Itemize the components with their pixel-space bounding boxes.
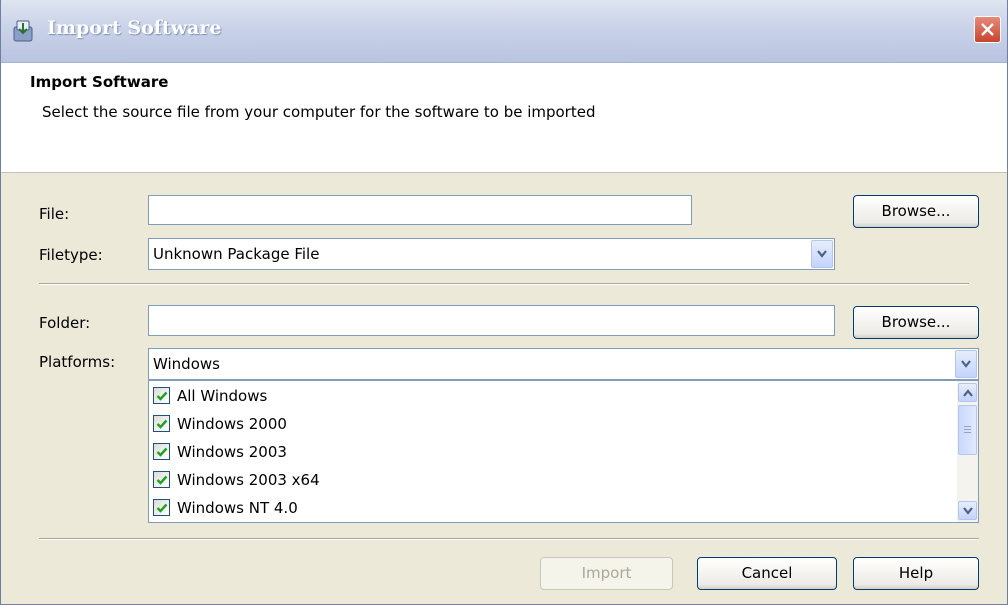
- checkmark-icon: [156, 447, 168, 457]
- checkmark-icon: [156, 503, 168, 513]
- section-divider: [39, 283, 969, 285]
- footer-divider: [39, 538, 979, 540]
- checkmark-icon: [156, 475, 168, 485]
- folder-input[interactable]: [148, 305, 835, 336]
- file-input[interactable]: [148, 195, 692, 225]
- folder-browse-button[interactable]: Browse...: [853, 306, 979, 339]
- folder-label: Folder:: [39, 314, 91, 332]
- platform-label: Windows 2003: [177, 443, 287, 461]
- page-title: Import Software: [30, 73, 169, 91]
- file-label: File:: [39, 205, 70, 223]
- platforms-selected-value: Windows: [153, 355, 220, 373]
- import-software-dialog: Import Software Import Software Select t…: [0, 0, 1008, 605]
- file-browse-button[interactable]: Browse...: [853, 195, 979, 228]
- platform-checkbox[interactable]: [153, 443, 170, 460]
- title-bar[interactable]: Import Software: [1, 0, 1007, 63]
- filetype-label: Filetype:: [39, 246, 103, 264]
- help-button[interactable]: Help: [853, 557, 979, 590]
- platform-checkbox[interactable]: [153, 415, 170, 432]
- platforms-dropdown[interactable]: Windows: [148, 348, 979, 380]
- import-button[interactable]: Import: [540, 557, 673, 590]
- header-panel: Import Software Select the source file f…: [1, 63, 1007, 173]
- platform-checkbox[interactable]: [153, 499, 170, 516]
- platforms-label: Platforms:: [39, 353, 116, 371]
- platform-checkbox[interactable]: [153, 471, 170, 488]
- scroll-up-button[interactable]: [958, 383, 977, 402]
- platforms-list[interactable]: All Windows Windows 2000 Windows 2003 Wi…: [148, 380, 979, 523]
- checkmark-icon: [156, 419, 168, 429]
- import-software-icon: [10, 18, 36, 44]
- scroll-thumb[interactable]: [958, 405, 977, 455]
- chevron-up-icon: [963, 389, 973, 397]
- grip-line: [964, 426, 971, 427]
- platforms-dropdown-button[interactable]: [955, 350, 977, 378]
- platform-label: All Windows: [177, 387, 268, 405]
- grip-line: [964, 432, 971, 433]
- platform-label: Windows 2003 x64: [177, 471, 320, 489]
- filetype-dropdown-button[interactable]: [811, 240, 833, 268]
- scroll-down-button[interactable]: [958, 501, 977, 520]
- filetype-dropdown[interactable]: Unknown Package File: [148, 238, 835, 270]
- page-subtitle: Select the source file from your compute…: [42, 103, 596, 121]
- platform-label: Windows NT 4.0: [177, 499, 298, 517]
- chevron-down-icon: [961, 360, 971, 368]
- close-button[interactable]: [974, 16, 1001, 43]
- platform-checkbox[interactable]: [153, 387, 170, 404]
- platforms-scrollbar[interactable]: [957, 381, 978, 522]
- close-icon: [981, 23, 994, 36]
- checkmark-icon: [156, 391, 168, 401]
- grip-line: [964, 429, 971, 430]
- chevron-down-icon: [963, 507, 973, 515]
- filetype-selected-value: Unknown Package File: [153, 245, 320, 263]
- window-title: Import Software: [47, 17, 222, 39]
- platform-label: Windows 2000: [177, 415, 287, 433]
- chevron-down-icon: [817, 250, 827, 258]
- cancel-button[interactable]: Cancel: [697, 557, 837, 590]
